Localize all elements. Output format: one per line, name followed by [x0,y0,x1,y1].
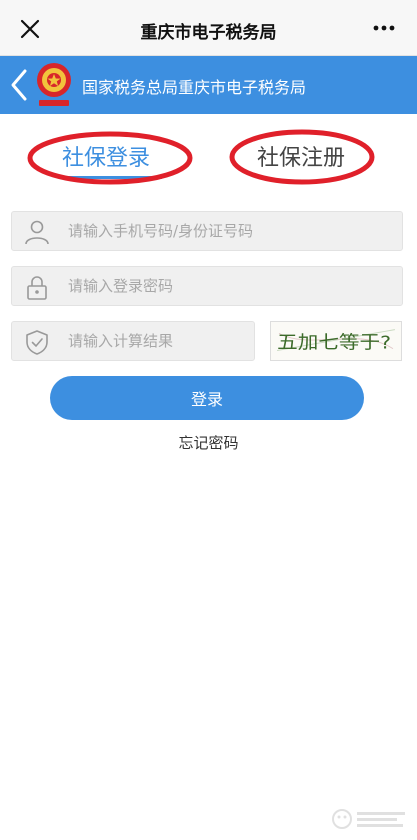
shield-check-icon [26,330,48,355]
user-icon [25,220,49,245]
active-tab-underline [60,176,162,179]
forgot-password-link[interactable]: 忘记密码 [0,432,417,453]
more-dots-icon[interactable] [373,20,395,36]
phone-id-field [11,211,403,251]
tab-login[interactable]: 社保登录 [62,140,150,172]
window-title: 重庆市电子税务局 [140,23,277,43]
top-bar: 重庆市电子税务局 [0,0,417,56]
captcha-input[interactable] [68,322,248,360]
watermark-logo [332,809,405,829]
captcha-field [11,321,255,361]
login-button[interactable]: 登录 [50,376,364,420]
password-input[interactable] [68,267,388,305]
tax-emblem-icon [37,63,71,106]
phone-id-input[interactable] [68,212,388,250]
site-header: 国家税务总局重庆市电子税务局 [0,56,417,114]
password-field [11,266,403,306]
chevron-left-icon[interactable] [9,68,29,102]
header-title: 国家税务总局重庆市电子税务局 [82,78,307,97]
captcha-image[interactable]: 五加七等于? [270,321,402,361]
lock-icon [27,276,47,300]
tab-register[interactable]: 社保注册 [257,140,345,172]
captcha-text: 五加七等于? [277,333,391,354]
